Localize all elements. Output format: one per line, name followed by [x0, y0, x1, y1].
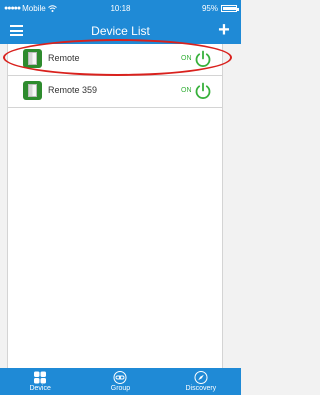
- power-icon[interactable]: [194, 82, 212, 100]
- tab-bar: Device Group Discovery: [0, 368, 241, 395]
- page-title: Device List: [91, 24, 150, 38]
- tab-label: Discovery: [185, 385, 217, 392]
- device-list: Remote ON Remote 359 ON: [7, 44, 223, 368]
- link-icon: [113, 371, 127, 384]
- tab-device[interactable]: Device: [0, 368, 80, 395]
- tab-group[interactable]: Group: [80, 368, 160, 395]
- tab-discovery[interactable]: Discovery: [161, 368, 241, 395]
- highlight-ellipse: [3, 39, 232, 76]
- battery-percent: 95%: [201, 4, 218, 13]
- device-state: ON: [181, 87, 192, 94]
- battery-fill: [223, 7, 237, 10]
- compass-icon: [194, 371, 208, 384]
- tab-label: Device: [29, 385, 51, 392]
- device-name: Remote 359: [48, 85, 98, 95]
- battery-status: 95%: [201, 4, 239, 13]
- battery-icon: [221, 5, 239, 12]
- add-device-button[interactable]: +: [215, 20, 233, 40]
- tab-label: Group: [110, 385, 131, 392]
- status-bar: ●●●●● Mobile 10:18 95%: [0, 0, 241, 17]
- grid-icon: [34, 371, 47, 384]
- device-row-remote-359[interactable]: Remote 359 ON: [8, 76, 222, 108]
- device-icon: [23, 81, 42, 100]
